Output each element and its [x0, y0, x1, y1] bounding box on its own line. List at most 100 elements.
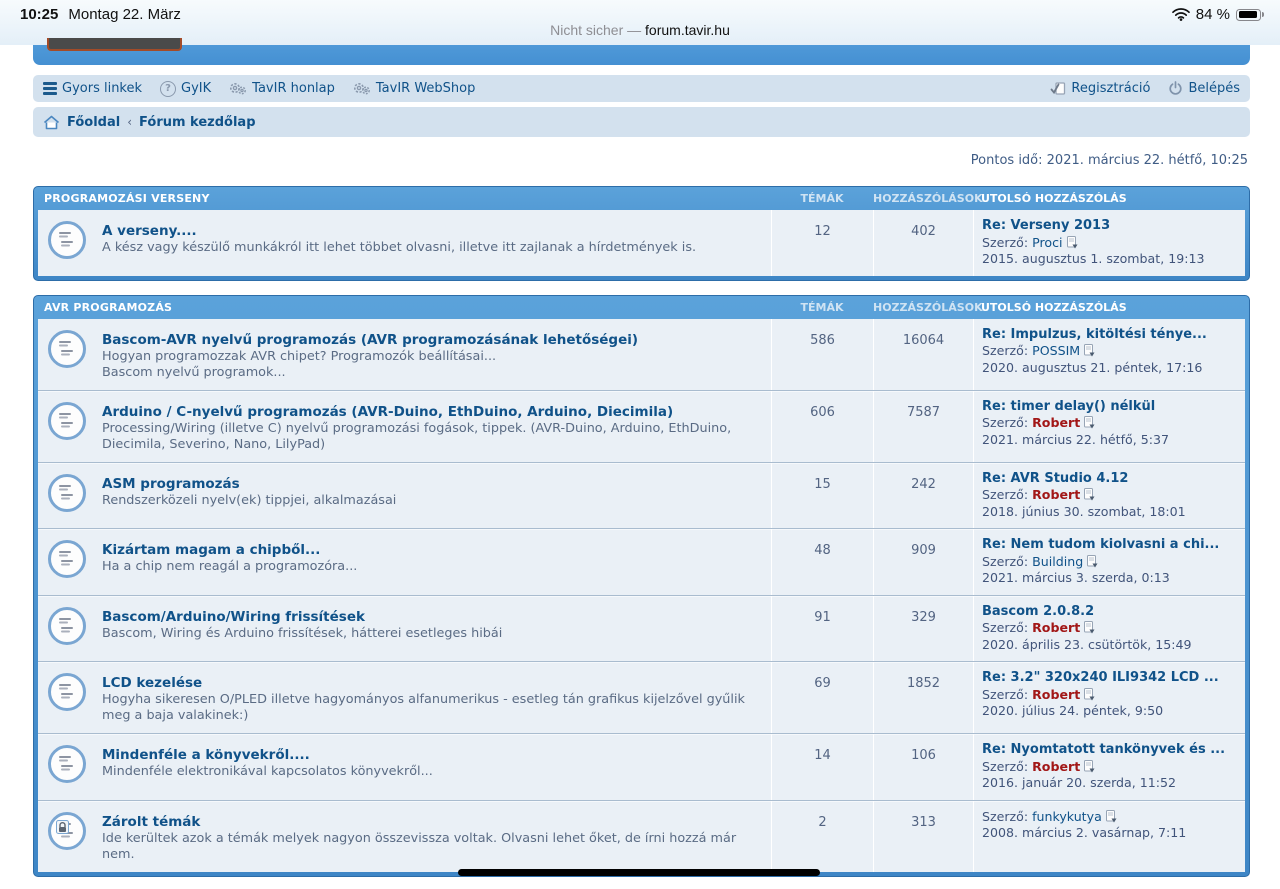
forum-row: Bascom/Arduino/Wiring frissítések Bascom… — [38, 595, 1245, 662]
category-title[interactable]: AVR PROGRAMOZÁS — [38, 301, 771, 314]
goto-last-post-icon[interactable] — [1084, 344, 1095, 357]
last-post-author-link[interactable]: Building — [1032, 554, 1083, 569]
goto-last-post-icon[interactable] — [1084, 416, 1095, 429]
topics-count: 2 — [771, 801, 873, 872]
forum-name-link[interactable]: Mindenféle a könyvekről.... — [102, 747, 310, 763]
nav-link-label: GyIK — [181, 81, 211, 96]
last-post-author-line: Szerző: Robert — [982, 687, 1239, 704]
breadcrumb-home[interactable]: Főoldal — [67, 115, 120, 130]
forum-cell: Bascom-AVR nyelvű programozás (AVR progr… — [38, 319, 771, 390]
forum-row: Bascom-AVR nyelvű programozás (AVR progr… — [38, 319, 1245, 390]
forum-name-link[interactable]: Arduino / C-nyelvű programozás (AVR-Duin… — [102, 404, 673, 420]
goto-last-post-icon[interactable] — [1087, 555, 1098, 568]
forum-icon — [48, 673, 86, 711]
forum-description: Hogyha sikeresen O/PLED illetve hagyomán… — [102, 692, 757, 724]
last-post-title-link[interactable]: Re: timer delay() nélkül — [982, 399, 1239, 416]
forum-category: AVR PROGRAMOZÁS TÉMÁK HOZZÁSZÓLÁSOK UTOL… — [33, 295, 1250, 877]
forum-name-link[interactable]: Bascom/Arduino/Wiring frissítések — [102, 609, 365, 625]
last-post-author-link[interactable]: Robert — [1032, 620, 1080, 635]
goto-last-post-icon[interactable] — [1106, 810, 1117, 823]
forum-cell: ASM programozás Rendszerközeli nyelv(ek)… — [38, 463, 771, 529]
last-post-cell: Szerző: funkykutya 2008. március 2. vasá… — [973, 801, 1245, 872]
nav-login[interactable]: Belépés — [1168, 81, 1240, 96]
nav-link-label: Regisztráció — [1071, 81, 1150, 96]
nav-link-label: TavIR honlap — [252, 81, 335, 96]
category-title[interactable]: PROGRAMOZÁSI VERSENY — [38, 192, 771, 205]
forum-icon — [48, 745, 86, 783]
last-post-cell: Re: AVR Studio 4.12 Szerző: Robert 2018.… — [973, 463, 1245, 529]
forum-icon — [48, 330, 86, 368]
last-post-date: 2020. április 23. csütörtök, 15:49 — [982, 637, 1239, 654]
nav-quick-links[interactable]: Gyors linkek — [43, 81, 142, 96]
forum-name-link[interactable]: A verseny.... — [102, 223, 197, 239]
site-header-remnant — [33, 45, 1250, 65]
forum-description-2: Bascom nyelvű programok... — [102, 365, 638, 381]
last-post-date: 2020. augusztus 21. péntek, 17:16 — [982, 360, 1239, 377]
author-prefix: Szerző: — [982, 343, 1032, 358]
forum-icon — [48, 221, 86, 259]
topics-count: 48 — [771, 529, 873, 595]
forum-description: Rendszerközeli nyelv(ek) tippjei, alkalm… — [102, 493, 396, 509]
last-post-title-link[interactable]: Bascom 2.0.8.2 — [982, 604, 1239, 621]
forum-name-link[interactable]: Zárolt témák — [102, 814, 200, 830]
last-post-author-line: Szerző: POSSIM — [982, 343, 1239, 360]
last-post-cell: Bascom 2.0.8.2 Szerző: Robert 2020. ápri… — [973, 596, 1245, 662]
forum-name-link[interactable]: Bascom-AVR nyelvű programozás (AVR progr… — [102, 332, 638, 348]
last-post-author-link[interactable]: Robert — [1032, 687, 1080, 702]
goto-last-post-icon[interactable] — [1067, 236, 1078, 249]
forum-name-link[interactable]: LCD kezelése — [102, 675, 202, 691]
forum-row: Arduino / C-nyelvű programozás (AVR-Duin… — [38, 390, 1245, 462]
url-text: forum.tavir.hu — [645, 22, 730, 38]
posts-count: 1852 — [873, 662, 973, 733]
forum-description: Processing/Wiring (illetve C) nyelvű pro… — [102, 421, 757, 453]
last-post-author-link[interactable]: Proci — [1032, 235, 1062, 250]
nav-tavir-honlap[interactable]: TavIR honlap — [229, 81, 335, 96]
nav-tavir-webshop[interactable]: TavIR WebShop — [353, 81, 476, 96]
last-post-title-link[interactable]: Re: AVR Studio 4.12 — [982, 471, 1239, 488]
last-post-author-link[interactable]: Robert — [1032, 415, 1080, 430]
last-post-cell: Re: Impulzus, kitöltési ténye... Szerző:… — [973, 319, 1245, 390]
forum-icon — [48, 607, 86, 645]
forum-icon — [48, 540, 86, 578]
forum-name-link[interactable]: ASM programozás — [102, 476, 240, 492]
last-post-title-link[interactable]: Re: Nyomtatott tankönyvek és ... — [982, 742, 1239, 759]
nav-register[interactable]: Regisztráció — [1050, 81, 1150, 96]
goto-last-post-icon[interactable] — [1084, 621, 1095, 634]
status-left: 10:25Montag 22. März — [20, 6, 181, 23]
goto-last-post-icon[interactable] — [1084, 488, 1095, 501]
search-button-remnant[interactable] — [47, 38, 182, 51]
address-bar[interactable]: Nicht sicher — forum.tavir.hu — [0, 22, 1280, 38]
wifi-icon — [1172, 8, 1190, 21]
breadcrumb: Főoldal ‹ Fórum kezdőlap — [33, 107, 1250, 137]
home-icon — [43, 115, 60, 130]
power-icon — [1168, 81, 1183, 96]
last-post-cell: Re: Verseny 2013 Szerző: Proci 2015. aug… — [973, 210, 1245, 276]
battery-icon — [1236, 9, 1261, 21]
last-post-author-line: Szerző: Robert — [982, 759, 1239, 776]
last-post-author-link[interactable]: POSSIM — [1032, 343, 1080, 358]
security-label: Nicht sicher — — [550, 22, 641, 38]
gears-icon — [229, 81, 247, 96]
posts-count: 242 — [873, 463, 973, 529]
author-prefix: Szerző: — [982, 809, 1032, 824]
forum-description: Hogyan programozzak AVR chipet? Programo… — [102, 349, 638, 365]
last-post-title-link[interactable]: Re: Verseny 2013 — [982, 218, 1239, 235]
last-post-cell: Re: Nem tudom kiolvasni a chi... Szerző:… — [973, 529, 1245, 595]
last-post-title-link[interactable]: Re: 3.2" 320x240 ILI9342 LCD ... — [982, 670, 1239, 687]
last-post-author-link[interactable]: Robert — [1032, 759, 1080, 774]
home-indicator[interactable] — [458, 869, 820, 876]
nav-faq[interactable]: ? GyIK — [160, 81, 211, 97]
forum-name-link[interactable]: Kizártam magam a chipből... — [102, 542, 320, 558]
nav-link-label: Gyors linkek — [62, 81, 142, 96]
column-header-last-post: UTOLSÓ HOZZÁSZÓLÁS — [973, 192, 1245, 205]
posts-count: 909 — [873, 529, 973, 595]
category-rows: Bascom-AVR nyelvű programozás (AVR progr… — [38, 319, 1245, 872]
goto-last-post-icon[interactable] — [1084, 688, 1095, 701]
last-post-title-link[interactable]: Re: Impulzus, kitöltési ténye... — [982, 327, 1239, 344]
forum-row: Zárolt témák Ide kerültek azok a témák m… — [38, 800, 1245, 872]
goto-last-post-icon[interactable] — [1084, 760, 1095, 773]
breadcrumb-current[interactable]: Fórum kezdőlap — [139, 115, 255, 130]
last-post-title-link[interactable]: Re: Nem tudom kiolvasni a chi... — [982, 537, 1239, 554]
last-post-author-link[interactable]: Robert — [1032, 487, 1080, 502]
last-post-author-link[interactable]: funkykutya — [1032, 809, 1102, 824]
